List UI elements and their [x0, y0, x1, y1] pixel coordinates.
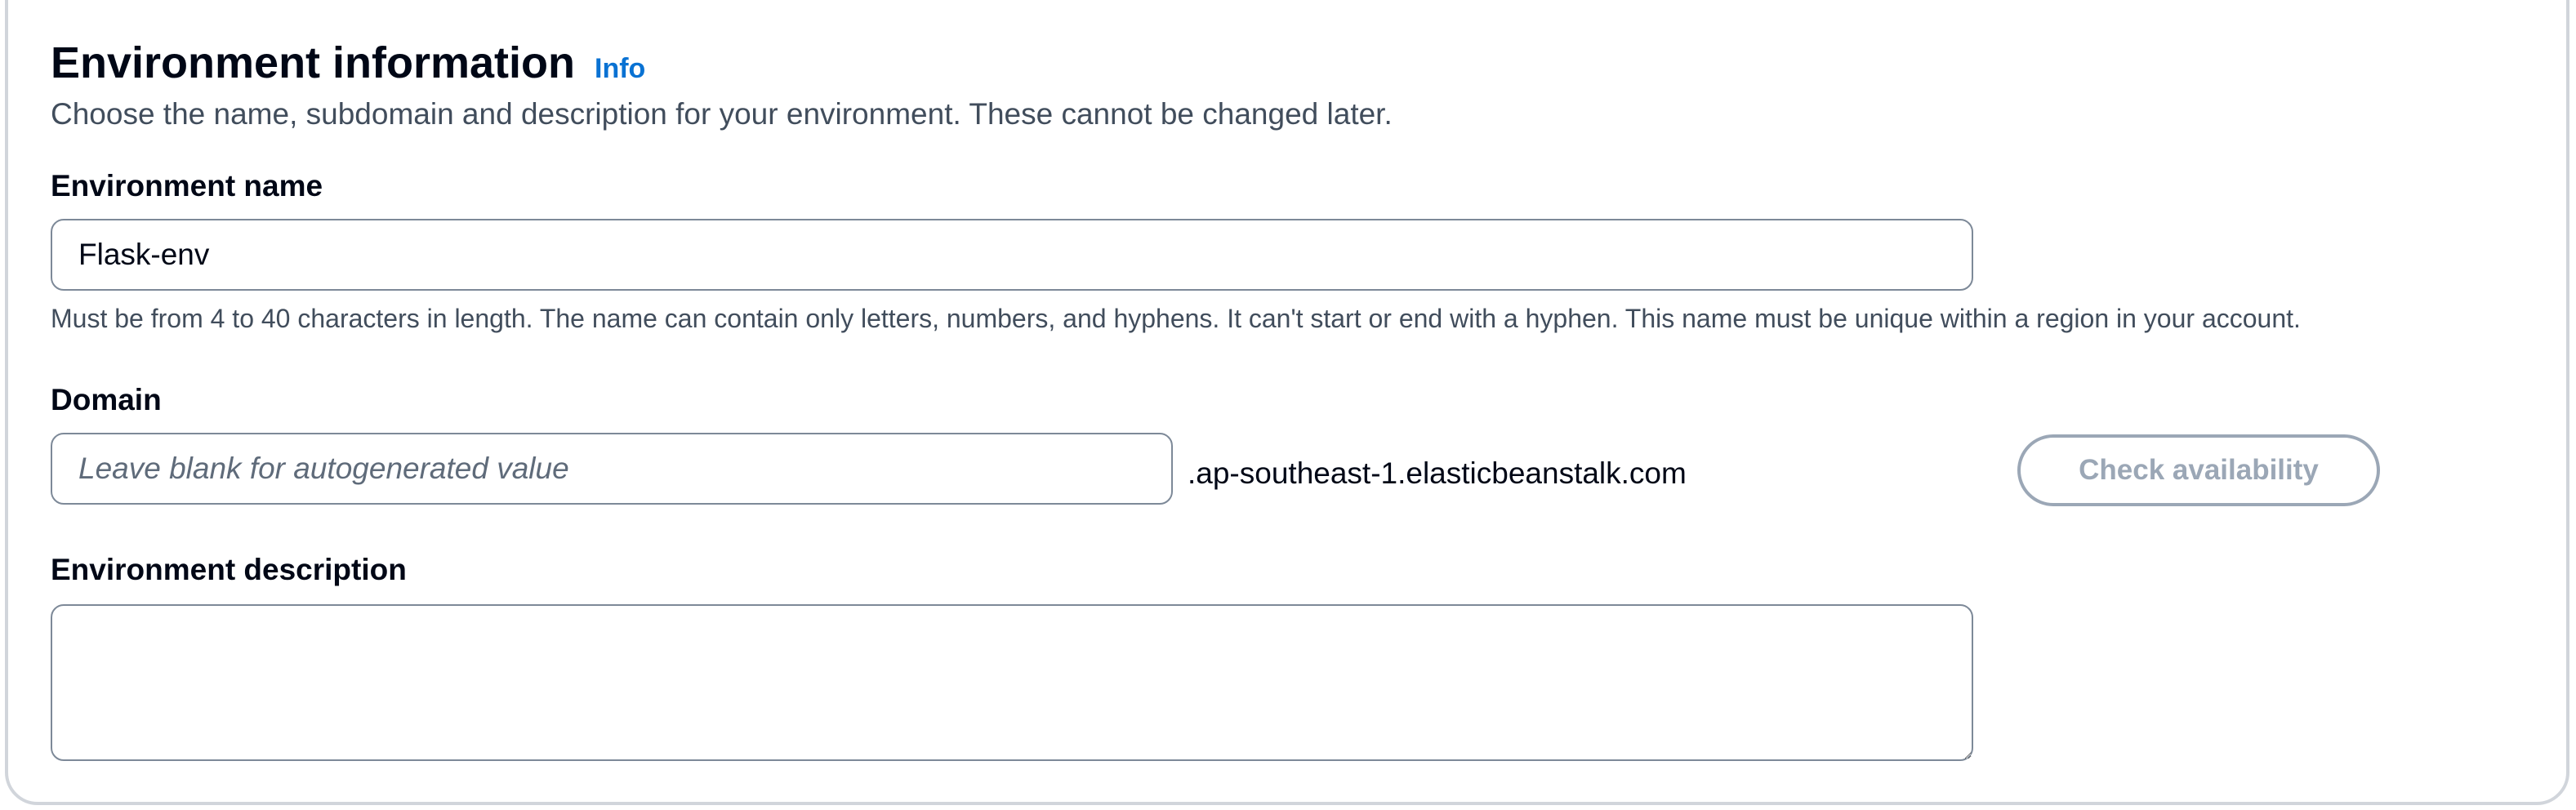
- environment-name-constraint: Must be from 4 to 40 characters in lengt…: [51, 304, 2301, 333]
- section-header: Environment information Info: [51, 34, 645, 91]
- info-link[interactable]: Info: [595, 53, 645, 85]
- domain-label: Domain: [51, 383, 162, 416]
- section-title: Environment information: [51, 38, 576, 87]
- environment-name-input[interactable]: [51, 219, 1973, 291]
- domain-input[interactable]: [51, 433, 1173, 505]
- domain-suffix: .ap-southeast-1.elasticbeanstalk.com: [1188, 456, 1687, 490]
- check-availability-button[interactable]: Check availability: [2017, 434, 2380, 506]
- environment-name-label: Environment name: [51, 169, 323, 202]
- environment-description-textarea[interactable]: [51, 604, 1973, 761]
- environment-description-label: Environment description: [51, 553, 407, 586]
- section-description: Choose the name, subdomain and descripti…: [51, 97, 1393, 131]
